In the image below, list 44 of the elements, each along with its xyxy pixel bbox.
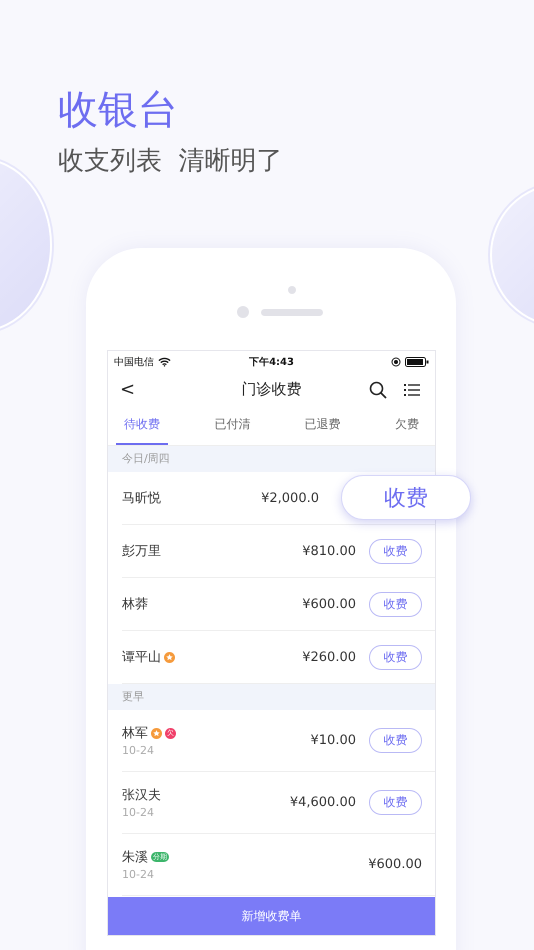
date-label: 10-24 — [122, 868, 155, 881]
amount: ¥2,000.0 — [261, 490, 319, 506]
amount: ¥4,600.00 — [290, 795, 356, 810]
charge-button[interactable]: 收费 — [369, 538, 422, 564]
patient-name: 张汉夫 — [122, 787, 161, 804]
carrier-label: 中国电信 — [114, 356, 154, 369]
rotation-lock-icon — [391, 357, 401, 367]
patient-name: 谭平山 — [122, 649, 161, 666]
back-button[interactable]: < — [116, 379, 186, 400]
patient-name: 林莽 — [122, 596, 148, 613]
patient-name: 林军 — [122, 725, 148, 742]
patient-name: 马昕悦 — [122, 490, 161, 507]
charge-button[interactable]: 收费 — [341, 475, 471, 520]
charge-button[interactable]: 收费 — [369, 592, 422, 616]
screen-title: 门诊收费 — [242, 380, 302, 399]
charge-button[interactable]: 收费 — [369, 644, 422, 670]
new-bill-button[interactable]: 新增收费单 — [108, 897, 435, 935]
battery-icon — [405, 357, 429, 367]
search-icon[interactable] — [369, 380, 387, 398]
date-label: 10-24 — [122, 744, 155, 757]
tab[interactable]: 已付清 — [206, 406, 258, 445]
camera-icon — [288, 286, 296, 294]
star-badge-icon — [164, 652, 175, 662]
section-header: 今日/周四 — [108, 446, 435, 472]
star-badge-icon — [151, 728, 162, 738]
sensor-icon — [237, 306, 249, 318]
headline: 收银台 — [58, 86, 179, 134]
patient-name: 朱溪 — [122, 849, 148, 866]
patient-name: 彭万里 — [122, 543, 161, 560]
speaker-slot — [261, 308, 323, 316]
status-time: 下午4:43 — [249, 356, 294, 369]
charge-button[interactable]: 收费 — [369, 790, 422, 815]
amount: ¥600.00 — [368, 857, 422, 872]
amount: ¥10.00 — [310, 733, 356, 748]
charge-button[interactable]: 收费 — [369, 728, 422, 753]
section-header: 更早 — [108, 684, 435, 710]
wifi-icon — [158, 357, 171, 367]
date-label: 10-24 — [122, 806, 155, 819]
tab[interactable]: 欠费 — [386, 406, 427, 445]
amount: ¥810.00 — [302, 544, 356, 558]
amount: ¥260.00 — [302, 650, 356, 664]
amount: ¥600.00 — [302, 596, 356, 612]
subheadline: 收支列表 清晰明了 — [58, 145, 284, 178]
tab[interactable]: 已退费 — [296, 406, 349, 445]
